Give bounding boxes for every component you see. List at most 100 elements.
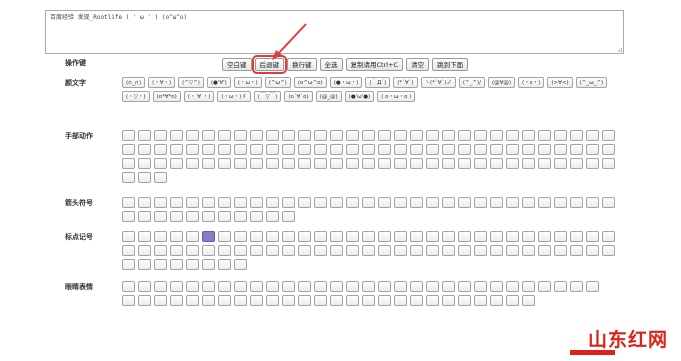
symbol-button[interactable] xyxy=(586,231,599,242)
symbol-button[interactable] xyxy=(250,231,263,242)
symbol-button[interactable] xyxy=(346,158,359,169)
input-textarea[interactable]: 百度经验 发现_Rootlife ( ' ω ' ) (o^ω^o) xyxy=(45,10,624,54)
symbol-button[interactable] xyxy=(170,211,183,222)
symbol-button[interactable] xyxy=(426,158,439,169)
symbol-button[interactable] xyxy=(442,144,455,155)
symbol-button[interactable]: (o*∀*o) xyxy=(152,91,181,102)
symbol-button[interactable] xyxy=(442,197,455,208)
symbol-button[interactable] xyxy=(538,144,551,155)
symbol-button[interactable] xyxy=(250,130,263,141)
symbol-button[interactable] xyxy=(410,130,423,141)
symbol-button[interactable] xyxy=(138,211,151,222)
symbol-button[interactable] xyxy=(394,231,407,242)
symbol-button[interactable] xyxy=(490,158,503,169)
symbol-button[interactable] xyxy=(602,197,615,208)
symbol-button[interactable] xyxy=(442,158,455,169)
symbol-button[interactable] xyxy=(234,211,247,222)
symbol-button[interactable] xyxy=(570,231,583,242)
symbol-button[interactable] xyxy=(250,211,263,222)
symbol-button[interactable]: (●'ω'●) xyxy=(344,91,375,102)
clear-button[interactable]: 清空 xyxy=(406,58,430,71)
symbol-button[interactable] xyxy=(282,231,295,242)
symbol-button[interactable] xyxy=(506,231,519,242)
symbol-button[interactable] xyxy=(218,231,231,242)
symbol-button[interactable] xyxy=(282,144,295,155)
symbol-button[interactable] xyxy=(522,281,535,292)
symbol-button[interactable] xyxy=(218,130,231,141)
symbol-button[interactable] xyxy=(138,130,151,141)
symbol-button[interactable] xyxy=(602,130,615,141)
symbol-button[interactable] xyxy=(250,158,263,169)
symbol-button[interactable] xyxy=(250,144,263,155)
symbol-button[interactable] xyxy=(602,245,615,256)
symbol-button[interactable]: (・ω・)ゞ xyxy=(217,91,251,102)
symbol-button[interactable]: ( o・ω・o ) xyxy=(377,91,416,102)
symbol-button[interactable] xyxy=(138,259,151,270)
symbol-button[interactable] xyxy=(474,158,487,169)
symbol-button[interactable] xyxy=(154,295,167,306)
symbol-button[interactable] xyxy=(410,245,423,256)
symbol-button[interactable] xyxy=(234,144,247,155)
symbol-button[interactable] xyxy=(394,295,407,306)
symbol-button[interactable]: (^ω^) xyxy=(264,77,291,88)
symbol-button[interactable] xyxy=(394,245,407,256)
symbol-button[interactable] xyxy=(522,231,535,242)
symbol-button[interactable] xyxy=(234,231,247,242)
symbol-button[interactable] xyxy=(234,197,247,208)
symbol-button[interactable] xyxy=(202,245,215,256)
symbol-button[interactable] xyxy=(410,231,423,242)
symbol-button[interactable]: (@∀@) xyxy=(487,77,516,88)
symbol-button[interactable] xyxy=(442,130,455,141)
symbol-button[interactable] xyxy=(554,231,567,242)
symbol-button[interactable] xyxy=(234,295,247,306)
symbol-button[interactable] xyxy=(170,144,183,155)
symbol-button[interactable] xyxy=(426,231,439,242)
symbol-button[interactable] xyxy=(586,197,599,208)
symbol-button[interactable] xyxy=(298,130,311,141)
symbol-button[interactable] xyxy=(410,295,423,306)
symbol-button[interactable]: (*´∀`) xyxy=(393,77,418,88)
symbol-button[interactable] xyxy=(122,130,135,141)
symbol-button[interactable] xyxy=(378,144,391,155)
symbol-button[interactable] xyxy=(474,281,487,292)
symbol-button[interactable]: (￣▽￣) xyxy=(253,91,282,102)
symbol-button[interactable]: (^▽^) xyxy=(178,77,204,88)
symbol-button[interactable] xyxy=(218,245,231,256)
symbol-button[interactable] xyxy=(346,197,359,208)
symbol-button[interactable] xyxy=(282,130,295,141)
symbol-button[interactable] xyxy=(394,130,407,141)
symbol-button[interactable] xyxy=(506,144,519,155)
symbol-button[interactable] xyxy=(138,144,151,155)
symbol-button[interactable] xyxy=(474,231,487,242)
symbol-button[interactable] xyxy=(586,158,599,169)
symbol-button[interactable] xyxy=(170,158,183,169)
symbol-button[interactable] xyxy=(202,158,215,169)
symbol-button[interactable] xyxy=(362,295,375,306)
symbol-button[interactable] xyxy=(154,144,167,155)
symbol-button[interactable] xyxy=(330,144,343,155)
symbol-button[interactable] xyxy=(282,295,295,306)
symbol-button[interactable] xyxy=(138,172,151,183)
symbol-button[interactable] xyxy=(250,281,263,292)
symbol-button[interactable] xyxy=(522,197,535,208)
symbol-button[interactable] xyxy=(202,144,215,155)
symbol-button[interactable] xyxy=(186,197,199,208)
symbol-button[interactable] xyxy=(554,144,567,155)
jump-down-button[interactable]: 跳到下面 xyxy=(432,58,469,71)
symbol-button[interactable] xyxy=(170,197,183,208)
symbol-button[interactable] xyxy=(282,197,295,208)
symbol-button[interactable] xyxy=(346,144,359,155)
symbol-button[interactable] xyxy=(122,231,135,242)
symbol-button[interactable] xyxy=(234,158,247,169)
symbol-button[interactable] xyxy=(538,130,551,141)
symbol-button[interactable] xyxy=(202,197,215,208)
symbol-button[interactable] xyxy=(218,295,231,306)
symbol-button[interactable] xyxy=(330,231,343,242)
symbol-button[interactable] xyxy=(298,245,311,256)
symbol-button[interactable] xyxy=(202,130,215,141)
symbol-button[interactable] xyxy=(266,158,279,169)
symbol-button[interactable] xyxy=(282,158,295,169)
symbol-button[interactable] xyxy=(586,281,599,292)
symbol-button[interactable] xyxy=(170,245,183,256)
symbol-button[interactable]: (・ ∀ ・) xyxy=(183,91,215,102)
